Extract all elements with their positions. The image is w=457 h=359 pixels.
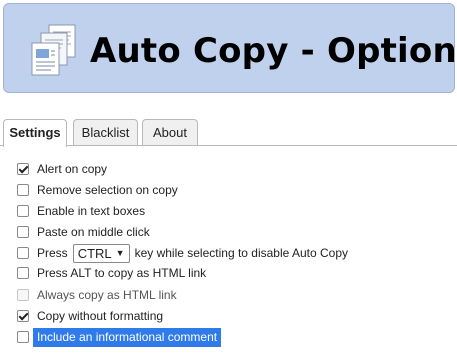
option-alert-on-copy: Alert on copy xyxy=(17,160,107,178)
informational-comment-label: Include an informational comment xyxy=(33,327,222,347)
dropdown-arrow-icon: ▼ xyxy=(115,248,125,258)
option-copy-without-formatting: Copy without formatting xyxy=(17,307,163,325)
settings-panel: Alert on copy Remove selection on copy E… xyxy=(0,145,457,359)
paste-middle-click-checkbox[interactable] xyxy=(17,226,29,238)
remove-selection-label: Remove selection on copy xyxy=(37,183,178,197)
remove-selection-checkbox[interactable] xyxy=(17,184,29,196)
tab-blacklist[interactable]: Blacklist xyxy=(73,119,138,145)
header-banner: Auto Copy - Options xyxy=(3,3,457,93)
always-html-link-label: Always copy as HTML link xyxy=(37,288,177,302)
modifier-key-suffix: key while selecting to disable Auto Copy xyxy=(134,246,349,260)
modifier-key-select[interactable]: CTRL ▼ xyxy=(72,243,130,263)
enable-text-boxes-checkbox[interactable] xyxy=(17,205,29,217)
copy-documents-icon xyxy=(31,24,76,76)
alt-html-link-label: Press ALT to copy as HTML link xyxy=(37,266,207,280)
option-alt-html-link: Press ALT to copy as HTML link xyxy=(17,264,206,282)
options-page: Auto Copy - Options Settings Blacklist A… xyxy=(0,0,457,359)
modifier-key-prefix: Press xyxy=(37,246,68,260)
tab-about[interactable]: About xyxy=(142,119,198,145)
option-remove-selection: Remove selection on copy xyxy=(17,181,178,199)
informational-comment-checkbox[interactable] xyxy=(17,331,29,343)
tab-settings[interactable]: Settings xyxy=(3,119,67,147)
option-paste-middle-click: Paste on middle click xyxy=(17,223,150,241)
paste-middle-click-label: Paste on middle click xyxy=(37,225,150,239)
alert-on-copy-label: Alert on copy xyxy=(37,162,108,176)
copy-without-formatting-checkbox[interactable] xyxy=(17,310,29,322)
copy-without-formatting-label: Copy without formatting xyxy=(37,309,164,323)
page-title: Auto Copy - Options xyxy=(90,31,457,71)
modifier-key-value: CTRL xyxy=(77,245,112,261)
option-informational-comment: Include an informational comment xyxy=(17,327,222,347)
alt-html-link-checkbox[interactable] xyxy=(17,267,29,279)
always-html-link-checkbox[interactable] xyxy=(17,289,29,301)
enable-text-boxes-label: Enable in text boxes xyxy=(37,204,146,218)
option-enable-text-boxes: Enable in text boxes xyxy=(17,202,145,220)
alert-on-copy-checkbox[interactable] xyxy=(17,163,29,175)
option-always-html-link: Always copy as HTML link xyxy=(17,286,177,304)
modifier-key-checkbox[interactable] xyxy=(17,247,29,259)
option-modifier-key: Press CTRL ▼ key while selecting to disa… xyxy=(17,243,348,263)
